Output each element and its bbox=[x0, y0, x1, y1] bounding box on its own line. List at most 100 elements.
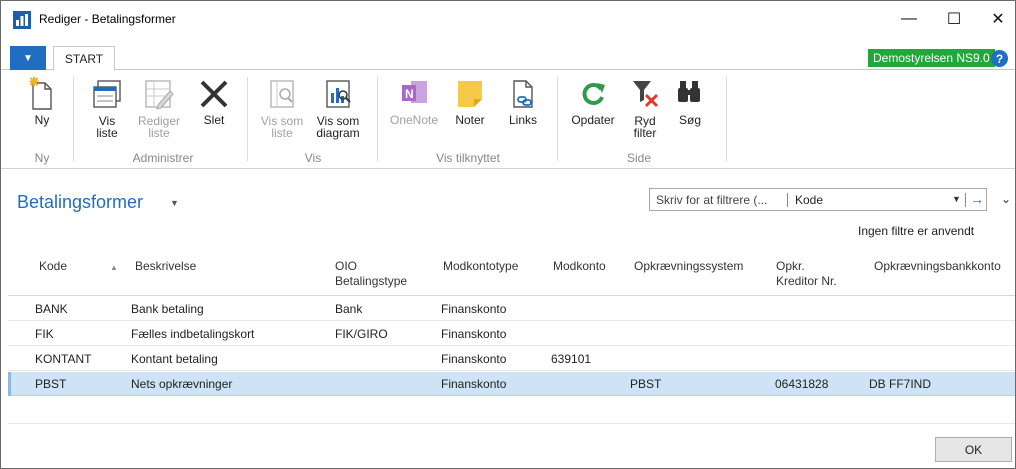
empty-row-divider bbox=[8, 423, 1015, 424]
table-row[interactable]: BANK Bank betaling Bank Finanskonto bbox=[8, 297, 1015, 321]
column-header-kode[interactable]: Kode bbox=[39, 259, 67, 274]
sticky-note-icon bbox=[455, 77, 485, 115]
close-button[interactable]: ✕ bbox=[978, 5, 1016, 33]
column-header-kreditor-line1: Opkr. bbox=[776, 259, 805, 273]
group-divider bbox=[557, 77, 558, 161]
column-header-oio-betalingstype[interactable]: OIO Betalingstype bbox=[335, 259, 407, 289]
link-icon bbox=[508, 77, 538, 115]
edit-list-icon bbox=[142, 77, 176, 115]
header-divider bbox=[8, 295, 1015, 296]
table-row-selected[interactable]: PBST Nets opkrævninger Finanskonto PBST … bbox=[8, 372, 1015, 396]
page-title: Betalingsformer bbox=[17, 192, 144, 212]
cell-beskrivelse: Nets opkrævninger bbox=[131, 377, 233, 391]
search-button[interactable]: Søg bbox=[670, 77, 710, 126]
show-as-list-label: Vis som liste bbox=[260, 114, 304, 140]
show-as-chart-icon bbox=[323, 77, 353, 115]
minimize-button[interactable]: — bbox=[889, 5, 929, 33]
cell-oio: FIK/GIRO bbox=[335, 327, 388, 341]
filter-divider bbox=[965, 193, 966, 207]
new-button[interactable]: Ny bbox=[25, 77, 59, 126]
clear-filter-icon bbox=[630, 77, 660, 115]
filter-field-select[interactable]: Kode bbox=[795, 193, 823, 207]
file-menu-button[interactable]: ▼ bbox=[10, 46, 46, 70]
cell-modkontotype: Finanskonto bbox=[441, 377, 507, 391]
filter-input[interactable]: Skriv for at filtrere (... bbox=[656, 193, 767, 207]
cell-kode: BANK bbox=[35, 302, 68, 316]
refresh-icon bbox=[578, 77, 608, 115]
cell-kode: KONTANT bbox=[35, 352, 92, 366]
column-header-oio-line2: Betalingstype bbox=[335, 274, 408, 288]
no-filters-text: Ingen filtre er anvendt bbox=[858, 224, 975, 238]
column-header-kreditor-nr[interactable]: Opkr. Kreditor Nr. bbox=[776, 259, 837, 289]
group-label-ny: Ny bbox=[34, 151, 50, 165]
show-as-list-button[interactable]: Vis som liste bbox=[257, 77, 307, 139]
ok-button[interactable]: OK bbox=[935, 437, 1012, 462]
delete-button[interactable]: Slet bbox=[197, 77, 231, 126]
maximize-button[interactable]: ☐ bbox=[934, 5, 974, 33]
show-as-chart-button[interactable]: Vis som diagram bbox=[311, 77, 365, 139]
table-row[interactable]: KONTANT Kontant betaling Finanskonto 639… bbox=[8, 347, 1015, 371]
expand-filter-chevron-icon[interactable]: ⌄ bbox=[1001, 192, 1011, 206]
cell-modkontotype: Finanskonto bbox=[441, 327, 507, 341]
company-badge[interactable]: Demostyrelsen NS9.0 bbox=[868, 49, 995, 67]
group-divider bbox=[726, 77, 727, 161]
column-header-kreditor-line2: Kreditor Nr. bbox=[776, 274, 837, 288]
column-header-opkraevningssystem[interactable]: Opkrævningssystem bbox=[634, 259, 743, 274]
group-divider bbox=[73, 77, 74, 161]
table-row[interactable]: FIK Fælles indbetalingskort FIK/GIRO Fin… bbox=[8, 322, 1015, 346]
delete-x-icon bbox=[197, 77, 231, 115]
column-header-beskrivelse[interactable]: Beskrivelse bbox=[135, 259, 196, 274]
filter-field-dropdown-icon[interactable]: ▼ bbox=[952, 194, 961, 204]
onenote-button[interactable]: N OneNote bbox=[387, 77, 441, 126]
page-title-dropdown-icon[interactable]: ▼ bbox=[170, 198, 179, 208]
cell-modkonto: 639101 bbox=[551, 352, 592, 366]
view-list-icon bbox=[92, 77, 122, 115]
clear-filter-label: Ryd filter bbox=[633, 114, 657, 140]
clear-filter-button[interactable]: Ryd filter bbox=[625, 77, 665, 139]
window-title: Rediger - Betalingsformer bbox=[39, 12, 176, 26]
group-label-side: Side bbox=[626, 151, 652, 165]
cell-modkontotype: Finanskonto bbox=[441, 302, 507, 316]
dynamics-nav-icon bbox=[13, 11, 31, 29]
new-document-icon bbox=[27, 77, 57, 115]
tab-start[interactable]: START bbox=[53, 46, 115, 71]
svg-text:N: N bbox=[405, 87, 414, 101]
onenote-label: OneNote bbox=[389, 113, 439, 127]
ribbon-tab-row: ▼ START Demostyrelsen NS9.0 ? bbox=[1, 46, 1015, 71]
title-bar: Rediger - Betalingsformer — ☐ ✕ bbox=[1, 1, 1015, 39]
column-header-oio-line1: OIO bbox=[335, 259, 358, 273]
refresh-button[interactable]: Opdater bbox=[566, 77, 620, 126]
delete-label: Slet bbox=[203, 113, 225, 127]
ribbon: Ny Ny Vis liste Rediger liste Slet Admin… bbox=[1, 71, 1015, 169]
filter-divider bbox=[787, 193, 788, 207]
cell-kode: PBST bbox=[35, 377, 67, 391]
cell-kreditor: 06431828 bbox=[775, 377, 829, 391]
cell-beskrivelse: Fælles indbetalingskort bbox=[131, 327, 255, 341]
show-as-list-icon bbox=[267, 77, 297, 115]
cell-beskrivelse: Kontant betaling bbox=[131, 352, 218, 366]
view-list-button[interactable]: Vis liste bbox=[89, 77, 125, 139]
show-as-chart-label: Vis som diagram bbox=[316, 114, 360, 140]
edit-list-label: Rediger liste bbox=[137, 114, 181, 140]
refresh-label: Opdater bbox=[571, 113, 615, 127]
new-label: Ny bbox=[34, 113, 50, 127]
cell-beskrivelse: Bank betaling bbox=[131, 302, 204, 316]
help-icon[interactable]: ? bbox=[991, 50, 1008, 67]
group-label-vis: Vis bbox=[304, 151, 322, 165]
group-divider bbox=[377, 77, 378, 161]
links-button[interactable]: Links bbox=[503, 77, 543, 126]
sort-ascending-icon: ▲ bbox=[110, 263, 118, 272]
selected-row-marker bbox=[8, 372, 11, 396]
group-label-vis-tilknyttet: Vis tilknyttet bbox=[436, 151, 500, 165]
column-header-modkontotype[interactable]: Modkontotype bbox=[443, 259, 518, 274]
column-header-modkonto[interactable]: Modkonto bbox=[553, 259, 606, 274]
notes-button[interactable]: Noter bbox=[450, 77, 490, 126]
apply-filter-arrow-icon[interactable]: → bbox=[970, 191, 984, 207]
links-label: Links bbox=[508, 113, 537, 127]
edit-list-button[interactable]: Rediger liste bbox=[135, 77, 183, 139]
column-header-opkraevningsbankkonto[interactable]: Opkrævningsbankkonto bbox=[874, 259, 1001, 274]
notes-label: Noter bbox=[455, 113, 485, 127]
binoculars-icon bbox=[675, 77, 705, 115]
group-label-administrer: Administrer bbox=[132, 151, 194, 165]
filter-box: Skriv for at filtrere (... Kode ▼ → bbox=[649, 188, 987, 211]
